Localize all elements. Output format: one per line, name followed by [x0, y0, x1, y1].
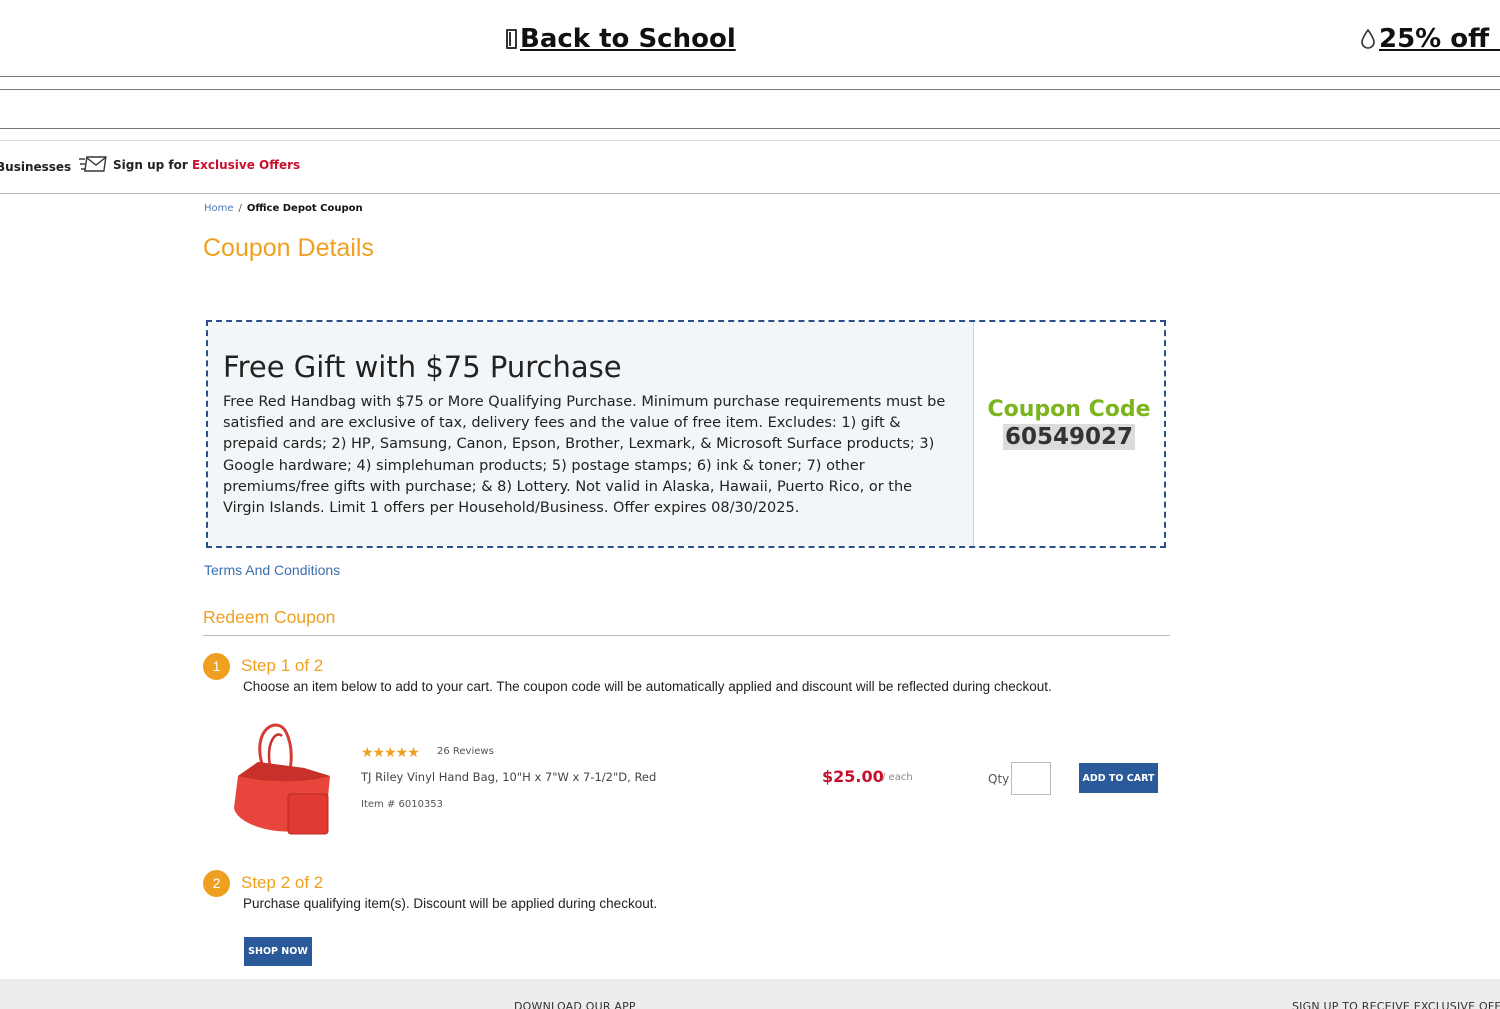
add-to-cart-button[interactable]: ADD TO CART — [1079, 763, 1158, 793]
divider — [0, 89, 1500, 90]
step-instructions: Choose an item below to add to your cart… — [243, 679, 1052, 694]
quantity-label: Qty — [988, 772, 1010, 786]
coupon-card: Free Gift with $75 Purchase Free Red Han… — [206, 320, 1166, 548]
promo-link-discount[interactable]: 25% off $ — [1360, 24, 1500, 54]
drop-icon — [1361, 29, 1375, 49]
divider — [0, 128, 1500, 129]
coupon-details: Free Gift with $75 Purchase Free Red Han… — [208, 322, 974, 546]
coupon-heading: Free Gift with $75 Purchase — [223, 350, 622, 384]
promo-link-back-to-school[interactable]: Back to School — [506, 24, 736, 54]
breadcrumb: Home / Office Depot Coupon — [204, 203, 363, 214]
price-unit: / each — [882, 772, 913, 783]
redeem-title: Redeem Coupon — [203, 607, 336, 627]
step-number-badge: 2 — [203, 870, 230, 897]
envelope-icon — [79, 156, 107, 172]
product-name-link[interactable]: TJ Riley Vinyl Hand Bag, 10"H x 7"W x 7-… — [361, 770, 656, 784]
footer: DOWNLOAD OUR APP SIGN UP TO RECEIVE EXCL… — [0, 979, 1500, 1009]
breadcrumb-current: Office Depot Coupon — [246, 203, 363, 214]
page-title: Coupon Details — [203, 234, 374, 262]
product-price: $25.00 — [822, 767, 884, 786]
handbag-product-image[interactable] — [230, 718, 334, 838]
notebook-icon — [506, 29, 517, 49]
step-title: Step 2 of 2 — [241, 873, 324, 892]
nav-businesses-link[interactable]: Businesses — [0, 160, 71, 174]
step-instructions: Purchase qualifying item(s). Discount wi… — [243, 896, 658, 911]
coupon-code-label: Coupon Code — [987, 396, 1151, 422]
promo-banner: Back to School 25% off $ — [0, 0, 1500, 77]
utility-nav: Businesses Sign up for Exclusive Offers — [0, 140, 1500, 194]
download-app-link[interactable]: DOWNLOAD OUR APP — [514, 1000, 636, 1009]
rating-stars: ★★★★★ — [361, 745, 420, 761]
quantity-input[interactable] — [1011, 762, 1051, 795]
step-number-badge: 1 — [203, 653, 230, 680]
breadcrumb-home-link[interactable]: Home — [204, 203, 234, 214]
step-title: Step 1 of 2 — [241, 656, 324, 675]
signup-highlight: Exclusive Offers — [191, 158, 301, 172]
breadcrumb-separator: / — [238, 203, 242, 214]
signup-offers-link[interactable]: Sign up for Exclusive Offers — [79, 156, 300, 174]
coupon-code-value[interactable]: 60549027 — [1002, 423, 1136, 450]
item-number: Item # 6010353 — [361, 799, 444, 810]
footer-signup-link[interactable]: SIGN UP TO RECEIVE EXCLUSIVE OFFERS — [1292, 1000, 1500, 1009]
shop-now-button[interactable]: SHOP NOW — [244, 937, 312, 966]
coupon-code-panel: Coupon Code 60549027 — [974, 322, 1164, 546]
reviews-link[interactable]: 26 Reviews — [437, 746, 494, 757]
coupon-description: Free Red Handbag with $75 or More Qualif… — [223, 394, 946, 517]
terms-and-conditions-link[interactable]: Terms And Conditions — [204, 562, 340, 578]
promo-label: Back to School — [520, 24, 736, 54]
signup-prefix: Sign up for — [113, 158, 188, 172]
divider — [203, 635, 1170, 636]
promo-label: 25% off $ — [1379, 24, 1500, 54]
